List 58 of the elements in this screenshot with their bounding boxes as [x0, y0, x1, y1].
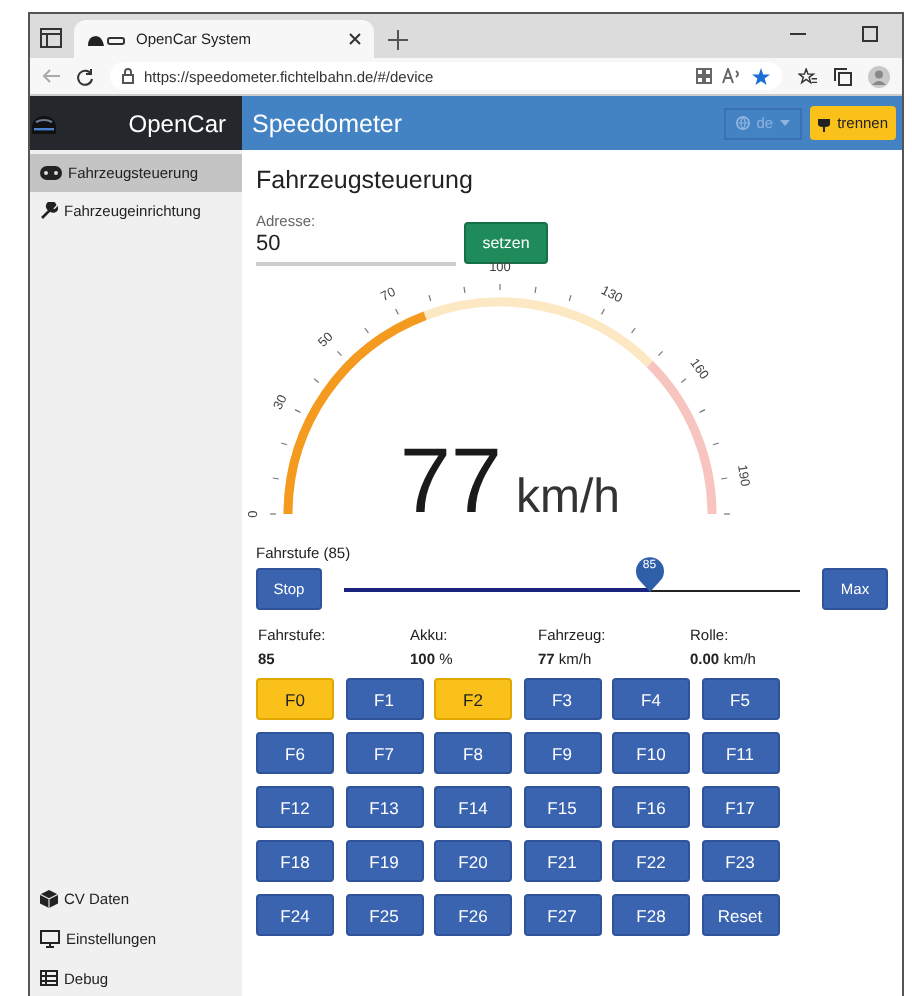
function-button[interactable]: F11 [701, 732, 779, 774]
tab-layout-icon[interactable] [40, 28, 62, 48]
brand-name: OpenCar [128, 109, 226, 137]
close-icon[interactable] [348, 32, 362, 46]
set-button[interactable]: setzen [464, 222, 548, 264]
function-button[interactable]: F6 [256, 732, 334, 774]
car-icon [86, 31, 126, 47]
favorites-icon[interactable] [798, 67, 818, 85]
refresh-icon[interactable] [76, 67, 94, 85]
list-icon [40, 970, 58, 986]
function-button[interactable]: F23 [701, 840, 779, 882]
function-button[interactable]: F3 [523, 678, 601, 720]
plug-icon [817, 114, 830, 132]
function-button[interactable]: F14 [434, 786, 512, 828]
function-button[interactable]: F7 [345, 732, 423, 774]
function-button[interactable]: F1 [345, 678, 423, 720]
function-button[interactable]: F20 [434, 840, 512, 882]
section-title: Fahrzeugsteuerung [256, 166, 475, 194]
function-button[interactable]: F4 [612, 678, 690, 720]
maximize-icon[interactable] [862, 26, 878, 42]
collections-icon[interactable] [834, 67, 852, 85]
address-field[interactable]: 50 [256, 230, 456, 266]
function-button[interactable]: F26 [434, 894, 512, 936]
new-tab-icon[interactable] [388, 30, 408, 50]
speed-value: 77 [399, 428, 502, 532]
function-button[interactable]: F5 [701, 678, 779, 720]
function-button[interactable]: F12 [256, 786, 334, 828]
grid-icon[interactable] [696, 68, 712, 84]
page-title: Speedometer [252, 109, 405, 137]
wrench-icon [40, 202, 58, 220]
gamepad-icon [40, 166, 62, 180]
function-button[interactable]: F24 [256, 894, 334, 936]
function-button[interactable]: F0 [256, 678, 334, 720]
function-button[interactable]: F27 [523, 894, 601, 936]
function-button[interactable]: F19 [345, 840, 423, 882]
read-aloud-icon[interactable] [722, 68, 742, 84]
function-button[interactable]: F8 [434, 732, 512, 774]
caret-icon [779, 120, 790, 126]
function-button[interactable]: F10 [612, 732, 690, 774]
function-button[interactable]: Reset [701, 894, 779, 936]
function-button[interactable]: F25 [345, 894, 423, 936]
function-button[interactable]: F21 [523, 840, 601, 882]
function-button[interactable]: F18 [256, 840, 334, 882]
function-button[interactable]: F9 [523, 732, 601, 774]
function-button[interactable]: F17 [701, 786, 779, 828]
function-button[interactable]: F13 [345, 786, 423, 828]
monitor-icon [40, 929, 60, 947]
function-button[interactable]: F28 [612, 894, 690, 936]
star-icon[interactable] [752, 67, 770, 85]
function-button[interactable]: F22 [612, 840, 690, 882]
function-button[interactable]: F16 [612, 786, 690, 828]
lock-icon [122, 68, 134, 84]
function-button[interactable]: F2 [434, 678, 512, 720]
cube-icon [40, 889, 58, 907]
profile-icon[interactable] [868, 65, 890, 87]
function-button[interactable]: F15 [523, 786, 601, 828]
speed-unit: km/h [516, 470, 621, 524]
globe-icon [736, 116, 751, 130]
